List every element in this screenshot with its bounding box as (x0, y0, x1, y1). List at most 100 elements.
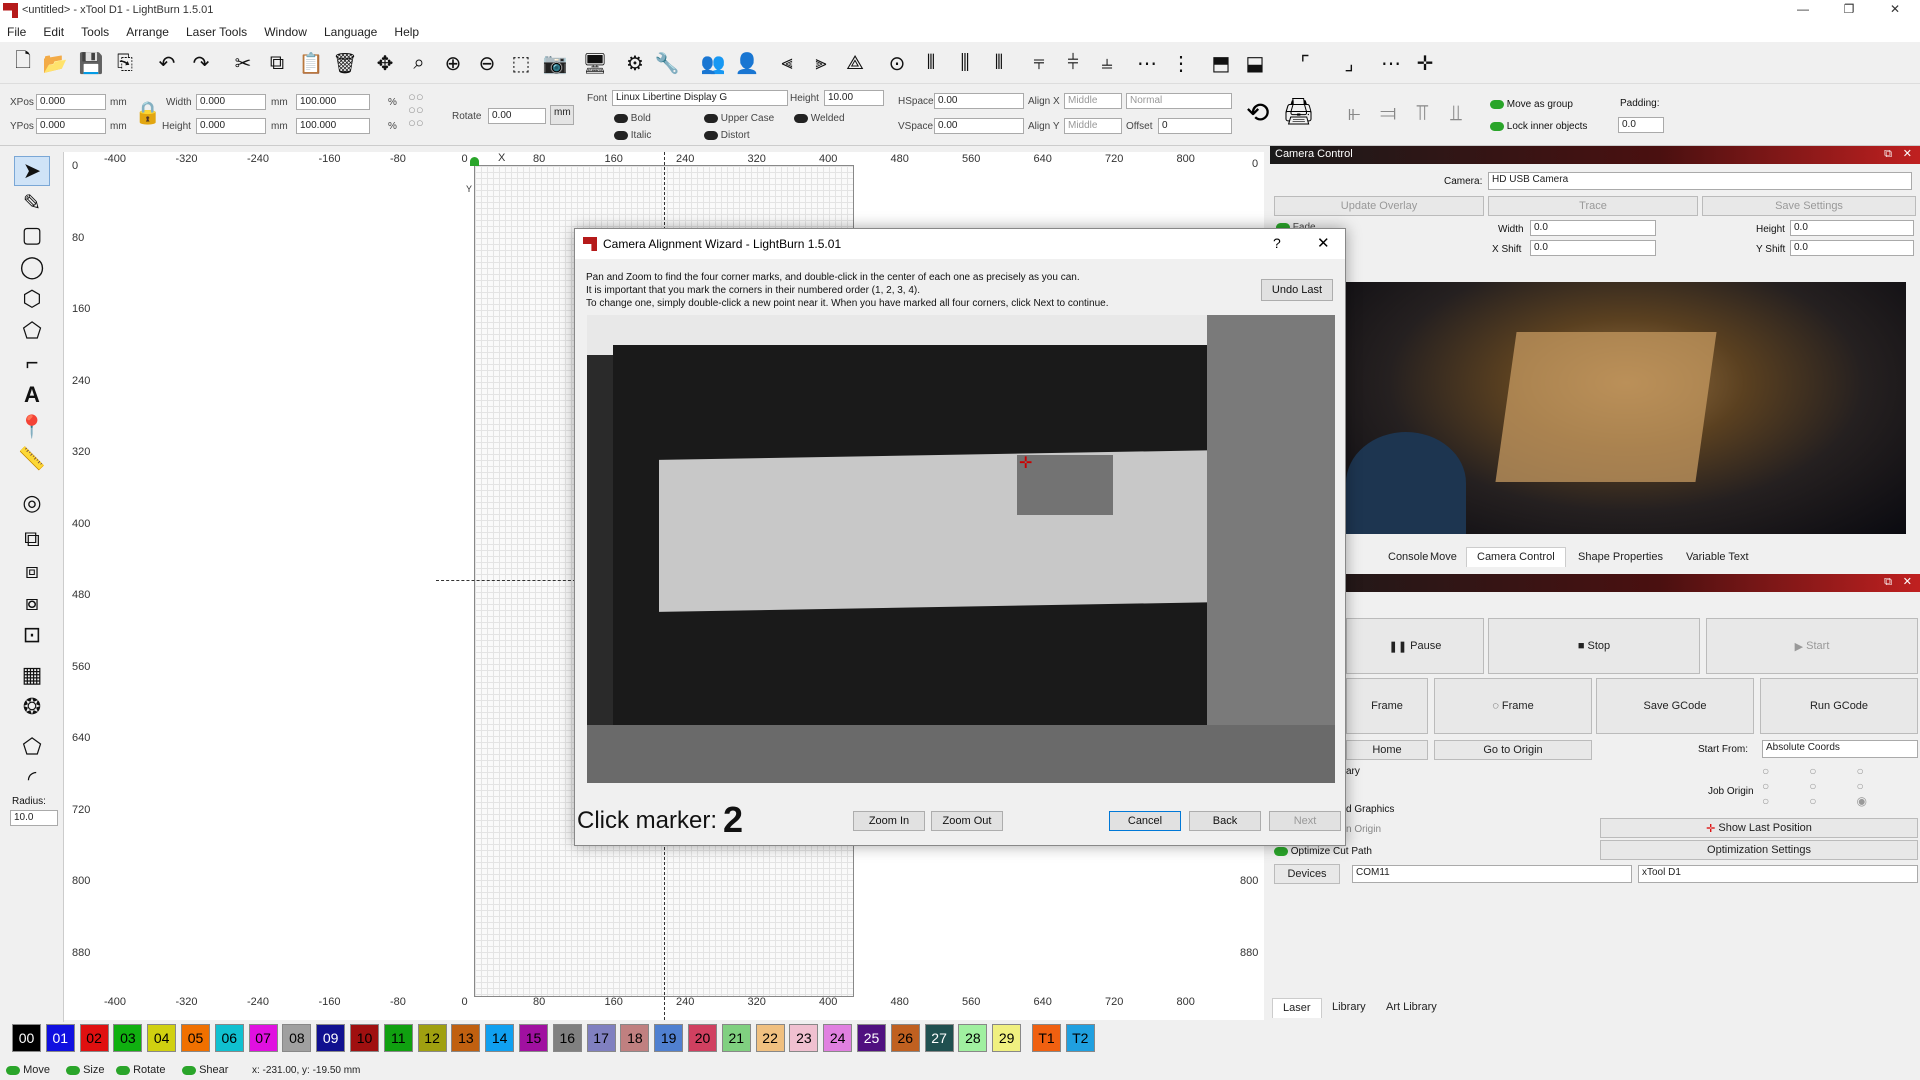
help-button[interactable]: ? (1273, 235, 1281, 251)
camera-select[interactable]: HD USB Camera (1488, 172, 1912, 190)
start-button[interactable]: ▶ Start (1706, 618, 1918, 674)
align-top-icon[interactable]: ⫧ (1024, 48, 1054, 78)
layer-swatch-11[interactable]: 11 (383, 1024, 413, 1052)
space-icon[interactable]: ⬓ (1240, 48, 1270, 78)
mirror-h-icon[interactable]: ⫷ (772, 48, 802, 78)
weld-icon[interactable]: ⊡ (14, 620, 50, 650)
monitor-icon[interactable]: 🖥 (580, 48, 610, 78)
tab-laser[interactable]: Laser (1272, 998, 1322, 1018)
scale-height-input[interactable]: 100.000 (296, 118, 370, 134)
pause-button[interactable]: ❚❚ Pause (1346, 618, 1484, 674)
scale-width-input[interactable]: 100.000 (296, 94, 370, 110)
dock-icon[interactable]: ⬒ (1206, 48, 1236, 78)
layer-swatch-05[interactable]: 05 (181, 1024, 210, 1052)
layer-swatch-24[interactable]: 24 (823, 1024, 853, 1052)
menu-edit[interactable]: Edit (36, 22, 71, 42)
layer-swatch-01[interactable]: 01 (45, 1024, 75, 1052)
y-shift-input[interactable]: 0.0 (1790, 240, 1914, 256)
redo-icon[interactable]: ↷ (186, 48, 216, 78)
devices-button[interactable]: Devices (1274, 864, 1340, 884)
origin-dots-icon[interactable]: ⋯ (1376, 48, 1406, 78)
menu-arrange[interactable]: Arrange (119, 22, 176, 42)
group-icon[interactable]: 👥 (698, 48, 728, 78)
camera-icon[interactable]: 📷 (540, 48, 570, 78)
home-button[interactable]: Home (1346, 740, 1428, 760)
width-input[interactable]: 0.000 (196, 94, 266, 110)
distort-toggle[interactable]: Distort (704, 130, 750, 141)
dock-left-icon[interactable]: ⫦ (1348, 100, 1360, 126)
zoom-out-button[interactable]: Zoom Out (931, 811, 1003, 831)
origin-grid-icon[interactable]: ○○ ○○ ○○ (408, 90, 424, 129)
show-last-position-button[interactable]: ✛ Show Last Position (1600, 818, 1918, 838)
mm-toggle-button[interactable]: mm (550, 105, 574, 125)
distribute-h-icon[interactable]: ⋯ (1132, 48, 1162, 78)
layer-swatch-25[interactable]: 25 (857, 1024, 886, 1052)
status-rotate-toggle[interactable]: Rotate (116, 1064, 165, 1076)
rotate-input[interactable]: 0.00 (488, 108, 546, 124)
run-gcode-button[interactable]: Run GCode (1760, 678, 1918, 734)
new-file-icon[interactable]: 🗋 (8, 48, 38, 78)
radius-input[interactable]: 10.0 (10, 810, 58, 826)
layer-swatch-23[interactable]: 23 (789, 1024, 819, 1052)
camera-capture-view[interactable]: ✛ (587, 315, 1335, 783)
menu-language[interactable]: Language (317, 22, 384, 42)
select-arrow-icon[interactable]: ➤ (14, 156, 50, 186)
flip-icon[interactable]: ⟁ (840, 48, 870, 78)
align-left-icon[interactable]: ⫴ (916, 48, 946, 78)
layer-swatch-06[interactable]: 06 (214, 1024, 244, 1052)
align-bottom-icon[interactable]: ⫨ (1092, 48, 1122, 78)
layer-swatch-04[interactable]: 04 (147, 1024, 177, 1052)
float-laser-panel-icon[interactable]: ⧉ (1884, 576, 1892, 589)
layer-swatch-08[interactable]: 08 (282, 1024, 312, 1052)
vspace-input[interactable]: 0.00 (934, 118, 1024, 134)
layer-swatch-07[interactable]: 07 (248, 1024, 278, 1052)
measure-ruler-icon[interactable]: 📏 (14, 444, 50, 474)
layer-swatch-15[interactable]: 15 (519, 1024, 548, 1052)
corner-br-icon[interactable]: ⌟ (1334, 48, 1364, 78)
layer-swatch-26[interactable]: 26 (890, 1024, 920, 1052)
tab-art-library[interactable]: Art Library (1376, 998, 1447, 1018)
settings-gear-icon[interactable]: ⚙ (620, 48, 650, 78)
corner-tl-icon[interactable]: ⌜ (1290, 48, 1320, 78)
boolean-diff-icon[interactable]: ⧈ (14, 556, 50, 586)
start-from-select[interactable]: Absolute Coords (1762, 740, 1918, 758)
offset-input[interactable]: 0 (1158, 118, 1232, 134)
layer-swatch-18[interactable]: 18 (620, 1024, 650, 1052)
save-icon[interactable]: 💾 (76, 48, 106, 78)
job-origin-radio-grid[interactable]: ○○○ ○○○ ○○◉ (1762, 764, 1907, 809)
camera-preview-image[interactable] (1346, 282, 1906, 534)
close-button[interactable]: ✕ (1872, 2, 1918, 16)
boolean-union-icon[interactable]: ⧉ (14, 524, 50, 554)
layer-swatch-28[interactable]: 28 (958, 1024, 988, 1052)
import-icon[interactable]: ⎘ (110, 48, 140, 78)
status-size-toggle[interactable]: Size (66, 1064, 104, 1076)
undo-last-button[interactable]: Undo Last (1261, 279, 1333, 301)
zoom-fit-icon[interactable]: ⌕ (404, 48, 434, 78)
layer-swatch-20[interactable]: 20 (688, 1024, 717, 1052)
rotary-icon[interactable]: ⟲ (1246, 96, 1269, 129)
layer-swatch-19[interactable]: 19 (654, 1024, 684, 1052)
layer-swatch-00[interactable]: 00 (12, 1024, 41, 1052)
tab-move[interactable]: Move (1420, 548, 1467, 568)
layer-swatch-17[interactable]: 17 (586, 1024, 616, 1052)
tab-library[interactable]: Library (1322, 998, 1376, 1018)
port-select[interactable]: COM11 (1352, 865, 1632, 883)
align-middle-icon[interactable]: ⫩ (1058, 48, 1088, 78)
menu-laser-tools[interactable]: Laser Tools (179, 22, 254, 42)
next-button[interactable]: Next (1269, 811, 1341, 831)
zoom-frame-icon[interactable]: ⬚ (506, 48, 536, 78)
layer-swatch-13[interactable]: 13 (451, 1024, 481, 1052)
menu-window[interactable]: Window (257, 22, 314, 42)
boolean-intersect-icon[interactable]: ⧇ (14, 588, 50, 618)
close-laser-panel-icon[interactable]: ✕ (1903, 575, 1912, 588)
lock-icon[interactable]: 🔒 (134, 100, 161, 126)
draw-pen-icon[interactable]: ✎ (14, 188, 50, 218)
edit-nodes-icon[interactable]: ⬠ (14, 316, 50, 346)
menu-tools[interactable]: Tools (74, 22, 116, 42)
welded-toggle[interactable]: Welded (794, 113, 845, 124)
cam-height-input[interactable]: 0.0 (1790, 220, 1914, 236)
save-gcode-button[interactable]: Save GCode (1596, 678, 1754, 734)
paste-icon[interactable]: 📋 (296, 48, 326, 78)
layer-swatch-29[interactable]: 29 (992, 1024, 1022, 1052)
move-as-group-toggle[interactable]: Move as group (1490, 99, 1573, 110)
